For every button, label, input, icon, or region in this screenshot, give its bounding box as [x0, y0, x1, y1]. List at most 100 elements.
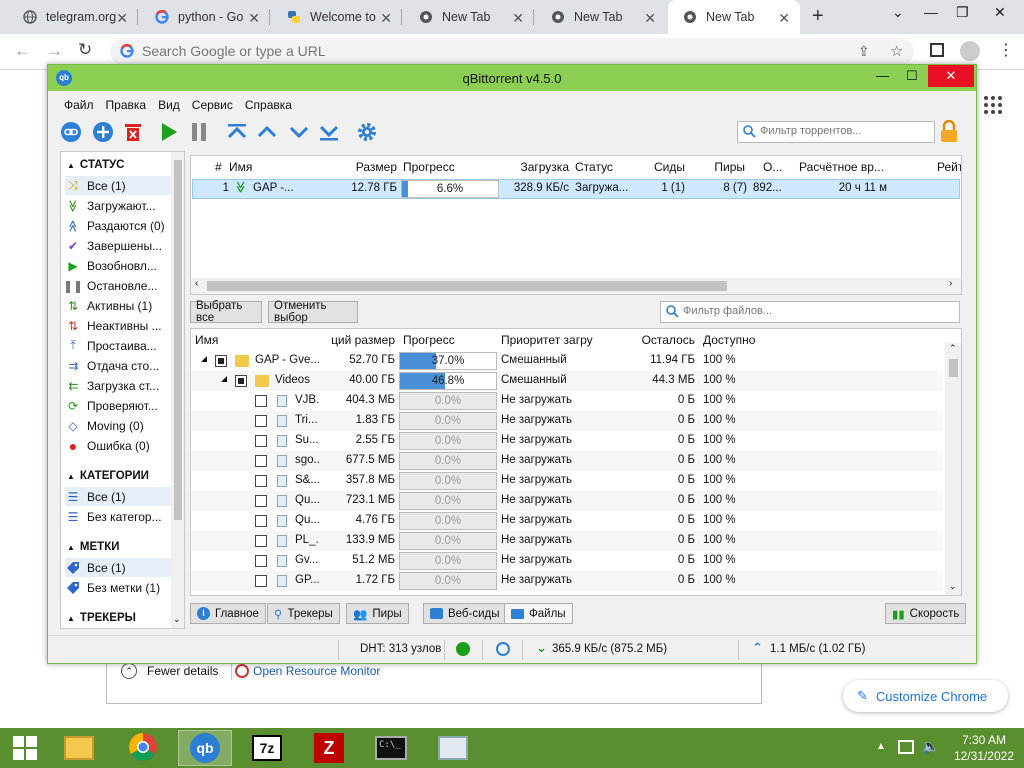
settings-gear-icon[interactable] — [354, 119, 380, 145]
column-header[interactable]: Рейт — [937, 156, 961, 178]
file-checkbox[interactable] — [255, 515, 267, 527]
pause-icon[interactable] — [186, 119, 212, 145]
customize-chrome-button[interactable]: ✎ Customize Chrome — [843, 680, 1008, 712]
sidebar-status-item[interactable]: ◇ Moving (0) — [65, 416, 171, 435]
chrome-menu-icon[interactable]: ⋮ — [998, 40, 1014, 60]
close-tab-icon[interactable]: ✕ — [778, 10, 790, 27]
select-all-button[interactable]: Выбрать все — [190, 300, 262, 324]
menu-file[interactable]: Файл — [58, 95, 100, 115]
file-row[interactable]: GP.... 1.72 ГБ 0.0% Не загружать 0 Б 100 % — [191, 571, 943, 591]
move-up-icon[interactable] — [254, 119, 280, 145]
categories-section-header[interactable]: ▲ КАТЕГОРИИ — [67, 470, 149, 482]
expand-arrow-icon[interactable]: ◢ — [201, 354, 207, 363]
file-checkbox[interactable] — [255, 535, 267, 547]
chevron-left-icon[interactable]: ‹ — [195, 278, 198, 289]
expand-arrow-icon[interactable]: ◢ — [221, 374, 227, 383]
file-priority[interactable]: Смешанный — [501, 374, 611, 386]
add-link-icon[interactable] — [58, 119, 84, 145]
file-checkbox[interactable] — [255, 475, 267, 487]
taskbar-cmd[interactable]: C:\_ — [364, 730, 418, 766]
column-header[interactable]: Осталось — [631, 329, 695, 351]
menu-view[interactable]: Вид — [152, 95, 186, 115]
qbittorrent-titlebar[interactable]: qb qBittorrent v4.5.0 — ☐ ✕ — [48, 65, 976, 91]
back-arrow-icon[interactable]: ← — [14, 41, 31, 61]
file-filter-box[interactable] — [660, 301, 960, 323]
fewer-details-link[interactable]: Fewer details — [147, 664, 218, 678]
file-row[interactable]: sgo... 677.5 МБ 0.0% Не загружать 0 Б 100 % — [191, 451, 943, 471]
sidebar-status-item[interactable]: ⤨ Все (1) — [65, 176, 171, 195]
file-priority[interactable]: Не загружать — [501, 394, 611, 406]
file-row[interactable]: Su... 2.55 ГБ 0.0% Не загружать 0 Б 100 % — [191, 431, 943, 451]
tag-untagged[interactable]: Без метки (1) — [65, 578, 171, 597]
forward-arrow-icon[interactable]: → — [46, 41, 63, 61]
file-priority[interactable]: Смешанный — [501, 354, 611, 366]
maximize-icon[interactable]: ☐ — [906, 68, 918, 84]
file-priority[interactable]: Не загружать — [501, 434, 611, 446]
chevron-right-icon[interactable]: › — [949, 278, 952, 289]
sidebar-scrollbar[interactable]: ⌄ — [171, 152, 184, 628]
browser-tab-4[interactable]: New Tab ✕ — [404, 0, 534, 34]
browser-tab-6-active[interactable]: New Tab ✕ — [668, 0, 800, 34]
status-section-header[interactable]: ▲ СТАТУС — [67, 159, 124, 171]
tab-files[interactable]: Файлы — [504, 603, 573, 624]
system-clock[interactable]: 7:30 AM 12/31/2022 — [954, 732, 1014, 764]
horizontal-scrollbar[interactable]: ‹ › — [191, 278, 961, 294]
tab-search-icon[interactable]: ⌄ — [892, 4, 904, 21]
tag-all[interactable]: Все (1) — [65, 558, 171, 577]
file-checkbox[interactable] — [255, 435, 267, 447]
sidebar-status-item[interactable]: ▶ Возобновл... — [65, 256, 171, 275]
category-all[interactable]: ☰ Все (1) — [65, 487, 171, 506]
move-down-icon[interactable] — [286, 119, 312, 145]
volume-icon[interactable]: 🔈 — [922, 738, 939, 755]
file-row[interactable]: PL_... 133.9 МБ 0.0% Не загружать 0 Б 100 % — [191, 531, 943, 551]
column-header[interactable]: Приоритет загру — [501, 329, 611, 351]
column-header[interactable]: Сиды — [649, 156, 685, 178]
file-checkbox[interactable] — [255, 455, 267, 467]
speed-limit-icon[interactable] — [496, 642, 510, 656]
sidebar-status-item[interactable]: ⤒ Простаива... — [65, 336, 171, 355]
close-tab-icon[interactable]: ✕ — [248, 10, 260, 27]
column-header[interactable]: ций размер — [321, 329, 395, 351]
taskbar-7zip[interactable]: 7z — [240, 730, 294, 766]
menu-tools[interactable]: Сервис — [186, 95, 239, 115]
column-header[interactable]: Расчётное вр... — [799, 156, 909, 178]
sidebar-status-item[interactable]: ⇊ Загрузка ст... — [65, 376, 171, 395]
file-priority[interactable]: Не загружать — [501, 554, 611, 566]
start-button[interactable] — [0, 730, 50, 766]
browser-tab-3[interactable]: Welcome to ✕ — [272, 0, 402, 34]
chevron-up-icon[interactable]: ⌃ — [949, 343, 957, 354]
tab-trackers[interactable]: ⚲ Трекеры — [267, 603, 340, 624]
column-header[interactable]: Имя — [229, 156, 319, 178]
move-top-icon[interactable] — [224, 119, 250, 145]
deselect-button[interactable]: Отменить выбор — [268, 300, 358, 324]
sidebar-status-item[interactable]: ⇅ Неактивны ... — [65, 316, 171, 335]
browser-tab-2[interactable]: python - Go ✕ — [140, 0, 270, 34]
table-row[interactable]: 1 ≫ GAP -... 12.78 ГБ 6.6% 328.9 КБ/с Загружа.… — [192, 179, 960, 199]
sidebar-status-item[interactable]: ⇅ Активны (1) — [65, 296, 171, 315]
category-uncategorized[interactable]: ☰ Без категор... — [65, 507, 171, 526]
torrent-filter-box[interactable] — [737, 121, 935, 143]
file-priority[interactable]: Не загружать — [501, 514, 611, 526]
file-filter-input[interactable] — [683, 305, 853, 317]
side-panel-icon[interactable] — [930, 43, 944, 57]
omnibox[interactable]: ⇪ ☆ — [110, 38, 914, 66]
network-icon[interactable] — [898, 740, 914, 754]
bookmark-star-icon[interactable]: ☆ — [890, 42, 903, 60]
taskbar-file-explorer[interactable] — [52, 730, 106, 766]
share-icon[interactable]: ⇪ — [858, 43, 870, 60]
taskbar-filezilla[interactable]: Z — [302, 730, 356, 766]
google-apps-icon[interactable] — [984, 96, 1002, 114]
file-checkbox[interactable] — [255, 395, 267, 407]
file-checkbox[interactable] — [235, 375, 247, 387]
file-priority[interactable]: Не загружать — [501, 454, 611, 466]
column-header[interactable]: Загрузка — [501, 156, 569, 178]
taskbar-task-manager[interactable] — [426, 730, 480, 766]
sidebar-status-item[interactable]: ❚❚Остановле... — [65, 276, 171, 295]
trackers-section-header[interactable]: ▲ ТРЕКЕРЫ — [67, 612, 136, 624]
file-priority[interactable]: Не загружать — [501, 474, 611, 486]
file-priority[interactable]: Не загружать — [501, 574, 611, 586]
lock-icon[interactable] — [936, 119, 962, 145]
column-header[interactable]: Прогресс — [403, 329, 503, 351]
move-bottom-icon[interactable] — [316, 119, 342, 145]
taskbar-chrome[interactable] — [116, 730, 170, 766]
